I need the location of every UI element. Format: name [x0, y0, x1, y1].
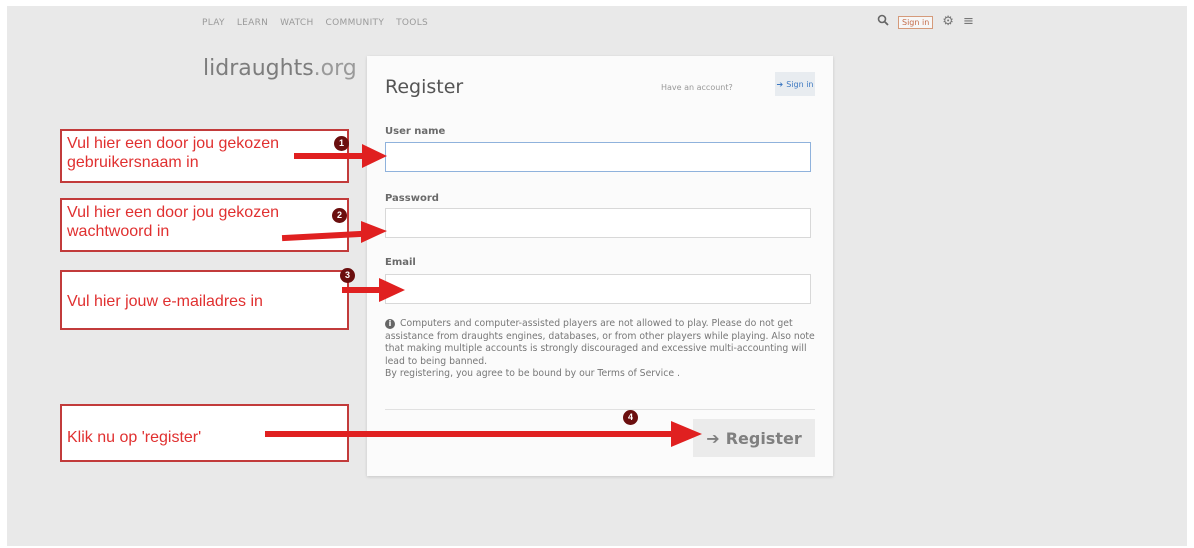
- badge-1: 1: [334, 136, 349, 151]
- annotation-arrows: [265, 144, 702, 447]
- arrow-1-head: [362, 144, 387, 168]
- arrow-3-head: [379, 278, 405, 302]
- badge-2: 2: [332, 208, 347, 223]
- badge-3: 3: [340, 268, 355, 283]
- arrow-2-shaft: [281, 230, 363, 242]
- badge-4: 4: [623, 410, 638, 425]
- arrow-4-head: [671, 421, 702, 447]
- arrow-3-shaft: [342, 287, 382, 293]
- page: PLAY LEARN WATCH COMMUNITY TOOLS Sign in…: [7, 6, 1187, 546]
- arrow-4-shaft: [265, 431, 675, 437]
- arrow-2-head: [361, 221, 387, 243]
- arrow-1-shaft: [294, 153, 364, 159]
